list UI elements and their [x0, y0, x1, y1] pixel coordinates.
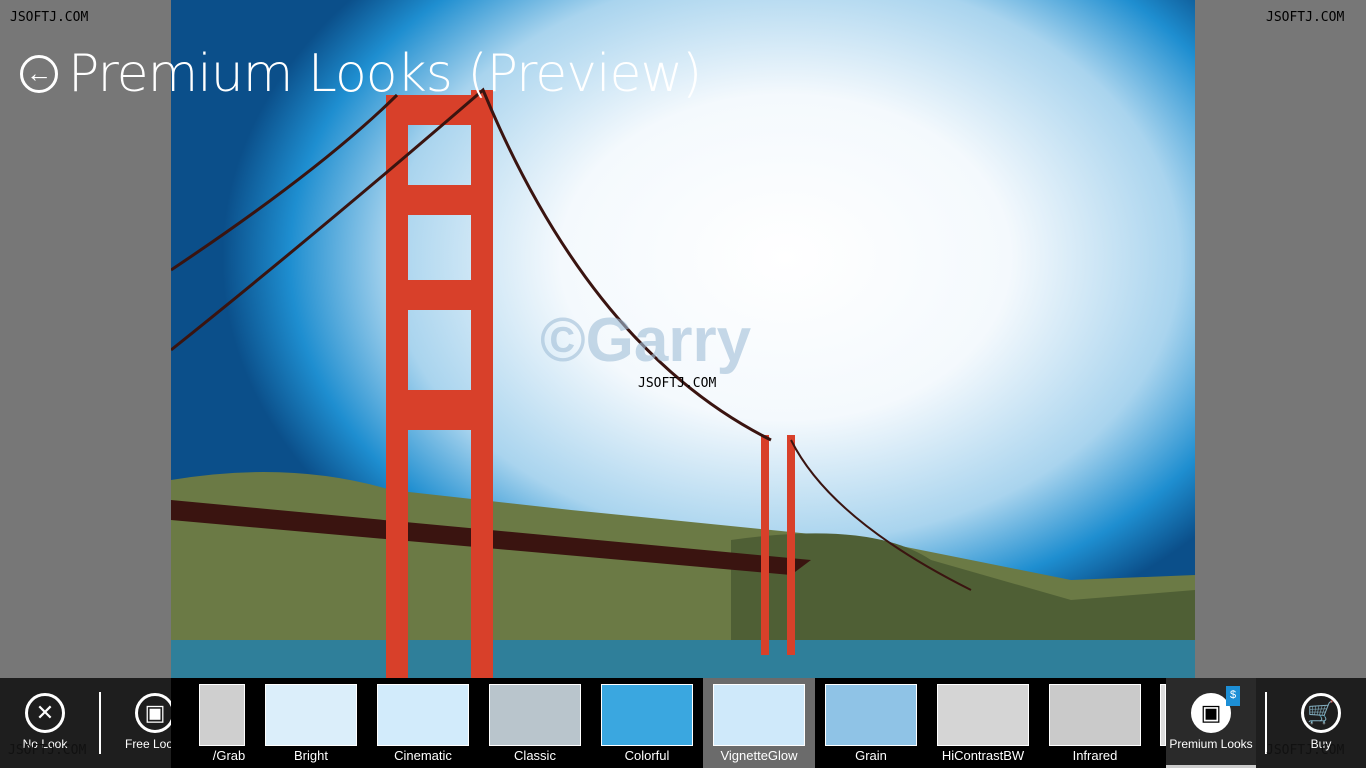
- watermark: JSOFTJ.COM: [1266, 743, 1345, 758]
- premium-looks-button[interactable]: ▣ $ Premium Looks: [1166, 678, 1256, 768]
- close-icon: ✕: [25, 693, 65, 733]
- look-preview-image: [937, 684, 1029, 746]
- look-label: Bright: [294, 748, 328, 763]
- look-preview-image: [489, 684, 581, 746]
- look-label: Cinematic: [394, 748, 452, 763]
- look-label: VignetteGlow: [720, 748, 798, 763]
- look-preview-image: [825, 684, 917, 746]
- look-preview-image: [601, 684, 693, 746]
- look-thumbnail[interactable]: Cinematic: [367, 678, 479, 768]
- page-title: Premium Looks (Preview): [68, 44, 702, 104]
- look-label: Infrared: [1072, 748, 1118, 763]
- look-preview-image: [265, 684, 357, 746]
- look-preview-image: [377, 684, 469, 746]
- look-label: /Grab: [212, 748, 246, 763]
- look-preview-image: [1049, 684, 1141, 746]
- look-thumbnail[interactable]: HiContrastBW: [927, 678, 1039, 768]
- back-button[interactable]: ←: [20, 55, 58, 93]
- header: ← Premium Looks (Preview): [20, 44, 702, 104]
- look-label: Grain: [855, 748, 887, 763]
- price-tag-icon: $: [1226, 686, 1240, 706]
- look-label: Colorful: [624, 748, 670, 763]
- watermark: JSOFTJ.COM: [1266, 10, 1345, 25]
- look-thumbnail[interactable]: Colorful: [591, 678, 703, 768]
- look-thumbnail[interactable]: Infrared: [1039, 678, 1151, 768]
- look-thumbnail[interactable]: Grain: [815, 678, 927, 768]
- premium-looks-label: Premium Looks: [1169, 737, 1253, 751]
- watermark: JSOFTJ.COM: [10, 10, 89, 25]
- arrow-left-icon: ←: [26, 58, 52, 88]
- look-thumbnail[interactable]: VignetteGlow: [703, 678, 815, 768]
- paint-roller-icon: ▣: [1191, 693, 1231, 733]
- photo-watermark: ©Garry: [540, 306, 752, 375]
- look-label: Classic: [514, 748, 556, 763]
- look-preview-image: [713, 684, 805, 746]
- look-thumbnail[interactable]: /Grab: [199, 678, 259, 768]
- divider: [99, 692, 101, 754]
- look-thumbnail[interactable]: Bright: [255, 678, 367, 768]
- paint-roller-icon: ▣: [135, 693, 175, 733]
- look-preview-image: [199, 684, 245, 746]
- look-label: HiContrastBW: [941, 748, 1025, 763]
- watermark: JSOFTJ.COM: [8, 743, 87, 758]
- cart-icon: 🛒: [1301, 693, 1341, 733]
- look-thumbnail[interactable]: Classic: [479, 678, 591, 768]
- watermark: JSOFTJ.COM: [638, 376, 717, 391]
